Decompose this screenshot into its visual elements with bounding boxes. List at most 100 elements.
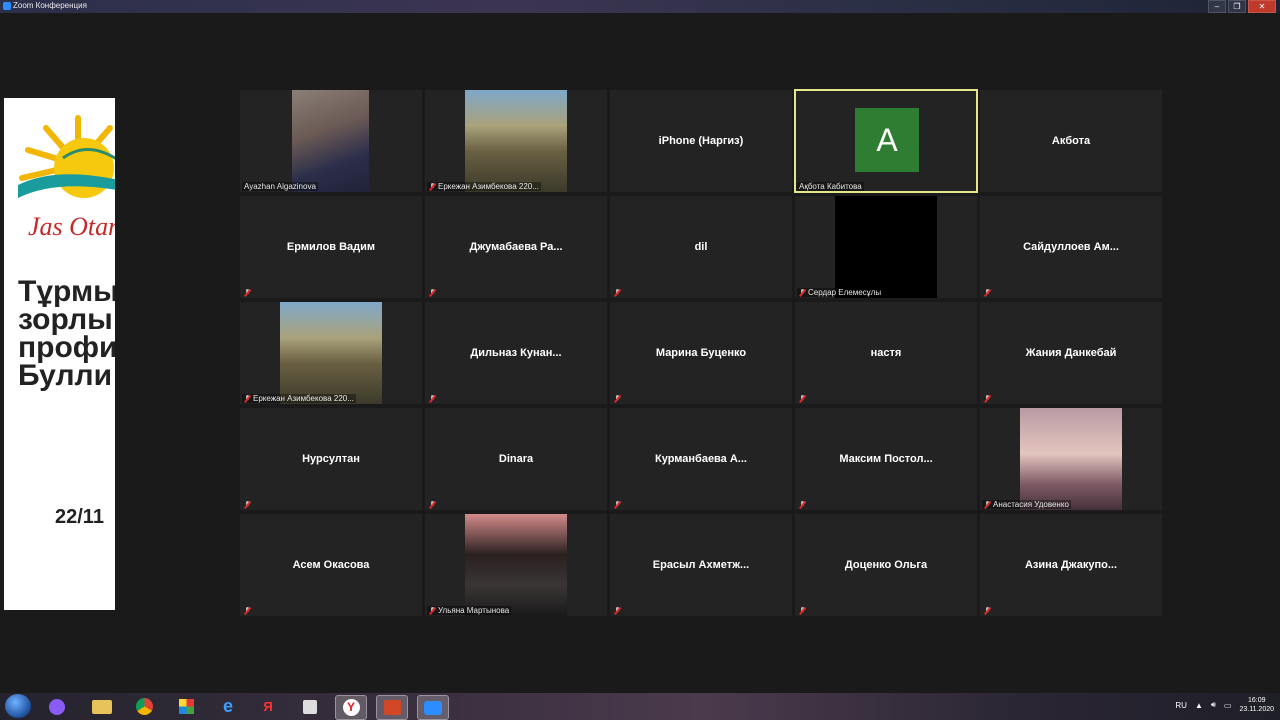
- participant-tile[interactable]: Анастасия Удовенко: [980, 408, 1162, 510]
- participant-label: Ульяна Мартынова: [427, 606, 512, 615]
- muted-mic-icon: [984, 607, 991, 615]
- slide-title: Тұрмы зорлы профи Булли: [18, 275, 115, 392]
- participant-tile[interactable]: Ayazhan Algazinova: [240, 90, 422, 192]
- participant-tile[interactable]: Еркежан Азимбекова 220...: [425, 90, 607, 192]
- muted-mic-icon: [429, 289, 436, 297]
- participant-tile[interactable]: Сайдуллоев Ам...: [980, 196, 1162, 298]
- cube-icon[interactable]: [295, 695, 325, 718]
- participant-avatar: A: [855, 108, 919, 172]
- ie-icon[interactable]: e: [213, 695, 243, 718]
- zoom-app-icon: [3, 2, 11, 10]
- participant-label: [242, 607, 253, 615]
- participant-tile[interactable]: Сердар Елемесұлы: [795, 196, 977, 298]
- participant-label-text: Еркежан Азимбекова 220...: [253, 394, 354, 403]
- participant-tile[interactable]: Дильназ Кунан...: [425, 302, 607, 404]
- participant-tile[interactable]: настя: [795, 302, 977, 404]
- participant-tile[interactable]: Азина Джакупо...: [980, 514, 1162, 616]
- close-button[interactable]: ✕: [1248, 0, 1276, 13]
- tray-expand-icon[interactable]: ▲: [1195, 701, 1203, 710]
- participant-label: [797, 501, 808, 509]
- participant-tile[interactable]: Нурсултан: [240, 408, 422, 510]
- participant-name: Акбота: [1051, 135, 1091, 147]
- participant-label: [612, 607, 623, 615]
- zoom-icon[interactable]: [417, 695, 449, 720]
- clock[interactable]: 16:09 23.11.2020: [1239, 696, 1274, 714]
- participant-tile[interactable]: Еркежан Азимбекова 220...: [240, 302, 422, 404]
- participant-name: Марина Буценко: [655, 347, 747, 359]
- muted-mic-icon: [244, 501, 251, 509]
- muted-mic-icon: [429, 182, 436, 191]
- rubik-icon[interactable]: [171, 695, 201, 718]
- participant-video: [292, 90, 369, 192]
- participant-name: Асем Окасова: [292, 559, 370, 571]
- participant-name: iPhone (Наргиз): [658, 135, 744, 147]
- muted-mic-icon: [429, 395, 436, 403]
- muted-mic-icon: [614, 501, 621, 509]
- participant-label-text: Ақбота Кабитова: [799, 182, 862, 191]
- participant-label: [427, 501, 438, 509]
- participant-tile[interactable]: dil: [610, 196, 792, 298]
- participant-label: [797, 395, 808, 403]
- participant-tile[interactable]: Доценко Ольга: [795, 514, 977, 616]
- participant-tile[interactable]: Максим Постол...: [795, 408, 977, 510]
- participant-label: [982, 607, 993, 615]
- participant-label: Ayazhan Algazinova: [242, 182, 318, 191]
- participant-label: Еркежан Азимбекова 220...: [242, 394, 356, 403]
- powerpoint-icon[interactable]: [376, 695, 408, 720]
- participant-name: Ермилов Вадим: [286, 241, 376, 253]
- participant-tile[interactable]: Dinara: [425, 408, 607, 510]
- language-indicator[interactable]: RU: [1175, 701, 1187, 710]
- chrome-icon[interactable]: [129, 695, 159, 718]
- participant-tile[interactable]: Акбота: [980, 90, 1162, 192]
- participant-video: [1020, 408, 1122, 510]
- muted-mic-icon: [429, 606, 436, 615]
- start-button[interactable]: [5, 694, 31, 718]
- participant-label-text: Ульяна Мартынова: [438, 606, 510, 615]
- muted-mic-icon: [799, 395, 806, 403]
- muted-mic-icon: [799, 288, 806, 297]
- participant-tile[interactable]: Джумабаева Ра...: [425, 196, 607, 298]
- participant-label: [612, 501, 623, 509]
- participant-tile[interactable]: Жания Данкебай: [980, 302, 1162, 404]
- maximize-button[interactable]: ❐: [1228, 0, 1246, 13]
- participant-tile[interactable]: Курманбаева А...: [610, 408, 792, 510]
- participant-name: Джумабаева Ра...: [469, 241, 563, 253]
- participant-video: [835, 196, 937, 298]
- muted-mic-icon: [799, 501, 806, 509]
- participant-tile[interactable]: Ерасыл Ахметж...: [610, 514, 792, 616]
- participant-label: [242, 501, 253, 509]
- participant-name: Нурсултан: [302, 453, 360, 465]
- participant-tile[interactable]: Ермилов Вадим: [240, 196, 422, 298]
- participant-label: [427, 289, 438, 297]
- participant-tile[interactable]: A Ақбота Кабитова: [794, 89, 978, 193]
- explorer-icon[interactable]: [87, 695, 117, 718]
- minimize-button[interactable]: –: [1208, 0, 1226, 13]
- participant-label: Анастасия Удовенко: [982, 500, 1071, 509]
- alice-icon[interactable]: [42, 695, 72, 718]
- participant-label: [797, 607, 808, 615]
- participant-name: dil: [694, 241, 708, 253]
- participant-name: Азина Джакупо...: [1024, 559, 1118, 571]
- participant-name: Dinara: [498, 453, 534, 465]
- participant-name: настя: [870, 347, 902, 359]
- participant-name: Ерасыл Ахметж...: [652, 559, 750, 571]
- participant-tile[interactable]: Марина Буценко: [610, 302, 792, 404]
- yandex-browser-icon[interactable]: Y: [335, 695, 367, 720]
- participant-name: Сайдуллоев Ам...: [1023, 241, 1119, 253]
- yandex-icon[interactable]: Я: [253, 695, 283, 718]
- participant-video: [465, 90, 567, 192]
- participant-video: [465, 514, 567, 616]
- volume-icon[interactable]: 🔊︎: [1211, 700, 1216, 710]
- participant-tile[interactable]: Ульяна Мартынова: [425, 514, 607, 616]
- participant-tile[interactable]: iPhone (Наргиз): [610, 90, 792, 192]
- network-icon[interactable]: ▭: [1224, 701, 1232, 710]
- participant-tile[interactable]: Асем Окасова: [240, 514, 422, 616]
- participant-label-text: Сердар Елемесұлы: [808, 288, 882, 297]
- svg-text:Jas Otan: Jas Otan: [28, 212, 115, 240]
- participant-video: [280, 302, 382, 404]
- participant-label-text: Анастасия Удовенко: [993, 500, 1069, 509]
- muted-mic-icon: [799, 607, 806, 615]
- participant-label: [242, 289, 253, 297]
- windows-taskbar: e Я Y RU ▲ 🔊︎ ▭ 16:09 23.11.2020: [0, 693, 1280, 720]
- muted-mic-icon: [984, 500, 991, 509]
